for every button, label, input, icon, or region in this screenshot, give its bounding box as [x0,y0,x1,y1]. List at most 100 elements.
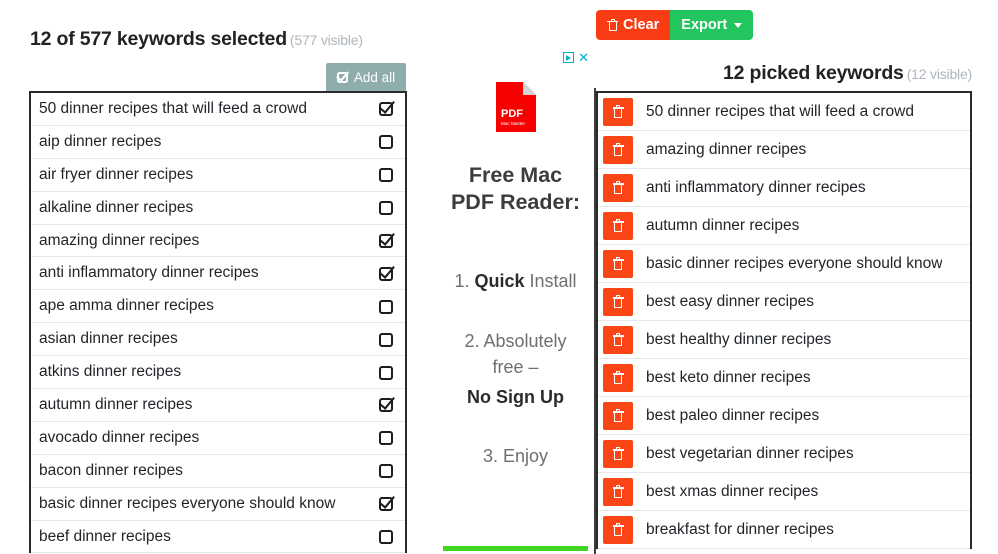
keyword-row[interactable]: autumn dinner recipes [31,389,405,422]
pdf-document-icon: PDF Mac Master [496,82,536,132]
svg-text:Mac Master: Mac Master [501,121,525,126]
add-all-button[interactable]: Add all [326,63,406,92]
keyword-row[interactable]: air fryer dinner recipes [31,158,405,192]
picked-keyword-row: anti inflammatory dinner recipes [598,169,970,207]
available-keywords-visible: (577 visible) [289,32,363,48]
trash-icon [612,485,624,498]
picked-keyword-row: best vegetarian dinner recipes [598,435,970,473]
checkbox-checked-icon[interactable] [378,262,395,281]
checkbox-checked-icon [336,68,350,84]
trash-icon [612,105,624,118]
trash-icon [612,333,624,346]
picked-keyword-row: basic dinner recipes everyone should kno… [598,245,970,283]
picked-keyword-label: best paleo dinner recipes [646,406,820,424]
keyword-row[interactable]: bacon dinner recipes [31,454,405,488]
checkbox-checked-icon[interactable] [378,393,395,413]
picked-keywords-count: 12 picked keywords [723,62,904,84]
trash-icon [612,219,624,232]
close-x-icon[interactable]: ✕ [578,51,589,64]
checkbox-unchecked-icon[interactable] [378,200,394,216]
picked-keyword-label: best vegetarian dinner recipes [646,444,854,462]
checkbox-checked-icon[interactable] [378,229,395,249]
adchoices-triangle-icon[interactable] [563,52,575,63]
delete-keyword-button[interactable] [603,97,633,126]
available-keywords-count: 12 of 577 keywords selected [30,28,287,50]
keyword-label: air fryer dinner recipes [39,165,194,183]
picked-keyword-row: best keto dinner recipes [598,359,970,397]
keyword-row[interactable]: ape amma dinner recipes [31,290,405,324]
picked-keyword-row: best xmas dinner recipes [598,473,970,511]
checkbox-checked-icon[interactable] [378,492,395,512]
checkbox-unchecked-icon[interactable] [378,364,394,380]
keyword-row[interactable]: avocado dinner recipes [31,421,405,455]
trash-icon [612,143,624,156]
keyword-row[interactable]: beef dinner recipes [31,520,405,554]
checkbox-unchecked-icon[interactable] [378,167,394,183]
keyword-label: anti inflammatory dinner recipes [39,264,259,282]
checkbox-unchecked-icon[interactable] [378,298,394,314]
ad-step-1-number: 1. [454,271,475,291]
advertisement-panel: ✕ PDF Mac Master Free Mac PDF Reader: 1.… [437,50,594,554]
picked-keyword-label: basic dinner recipes everyone should kno… [646,254,943,272]
ad-headline-line1: Free Mac [468,163,563,187]
delete-keyword-button[interactable] [603,249,633,278]
keyword-row[interactable]: aip dinner recipes [31,125,405,159]
picked-keywords-list[interactable]: 50 dinner recipes that will feed a crowd… [596,91,972,549]
keyword-row[interactable]: basic dinner recipes everyone should kno… [31,487,405,521]
picked-keyword-label: best keto dinner recipes [646,368,811,386]
ad-step-2-line1: 2. Absolutely [464,331,567,351]
delete-keyword-button[interactable] [603,135,633,164]
delete-keyword-button[interactable] [603,401,633,430]
checkbox-unchecked-icon[interactable] [378,529,394,545]
picked-keyword-row: autumn dinner recipes [598,207,970,245]
trash-icon [612,523,624,536]
keyword-label: avocado dinner recipes [39,428,200,446]
keyword-row[interactable]: anti inflammatory dinner recipes [31,257,405,291]
ad-controls: ✕ [563,51,589,64]
checkbox-unchecked-icon[interactable] [378,463,394,479]
ad-step-3: 3. Enjoy [482,446,549,466]
delete-keyword-button[interactable] [603,363,633,392]
trash-icon [612,295,624,308]
delete-keyword-button[interactable] [603,439,633,468]
keyword-label: aip dinner recipes [39,132,162,150]
svg-text:PDF: PDF [501,108,523,120]
keyword-label: ape amma dinner recipes [39,297,214,315]
picked-keyword-row: 50 dinner recipes that will feed a crowd [598,93,970,131]
checkbox-checked-icon[interactable] [378,97,395,117]
trash-icon [612,371,624,384]
add-all-button-label: Add all [353,70,396,85]
keyword-label: atkins dinner recipes [39,363,182,381]
delete-keyword-button[interactable] [603,515,633,544]
picked-keyword-label: amazing dinner recipes [646,140,807,158]
delete-keyword-button[interactable] [603,211,633,240]
trash-icon [612,447,624,460]
keyword-row[interactable]: amazing dinner recipes [31,224,405,258]
available-keywords-list[interactable]: 50 dinner recipes that will feed a crowd… [29,91,407,554]
delete-keyword-button[interactable] [603,477,633,506]
ad-step-1: 1. Quick Install [437,268,594,294]
delete-keyword-button[interactable] [603,173,633,202]
ad-step-1-text: Install [524,271,577,291]
ad-step-1-emphasis: Quick [474,271,525,291]
picked-keyword-row: amazing dinner recipes [598,131,970,169]
checkbox-unchecked-icon[interactable] [378,331,394,347]
picked-keyword-row: best paleo dinner recipes [598,397,970,435]
keyword-row[interactable]: asian dinner recipes [31,323,405,357]
picked-keyword-label: best xmas dinner recipes [646,482,819,500]
trash-icon [612,257,624,270]
keyword-row[interactable]: 50 dinner recipes that will feed a crowd [31,93,405,126]
picked-keyword-row: best healthy dinner recipes [598,321,970,359]
keyword-label: beef dinner recipes [39,527,171,545]
delete-keyword-button[interactable] [603,325,633,354]
ad-step-2: 2. Absolutely free – No Sign Up [437,328,594,410]
checkbox-unchecked-icon[interactable] [378,430,394,446]
keyword-row[interactable]: alkaline dinner recipes [31,191,405,225]
picked-keyword-label: best easy dinner recipes [646,292,815,310]
picked-keyword-label: breakfast for dinner recipes [646,520,834,538]
picked-keywords-visible: (12 visible) [906,66,972,82]
keyword-row[interactable]: atkins dinner recipes [31,356,405,390]
checkbox-unchecked-icon[interactable] [378,134,394,150]
delete-keyword-button[interactable] [603,287,633,316]
keyword-label: bacon dinner recipes [39,461,183,479]
